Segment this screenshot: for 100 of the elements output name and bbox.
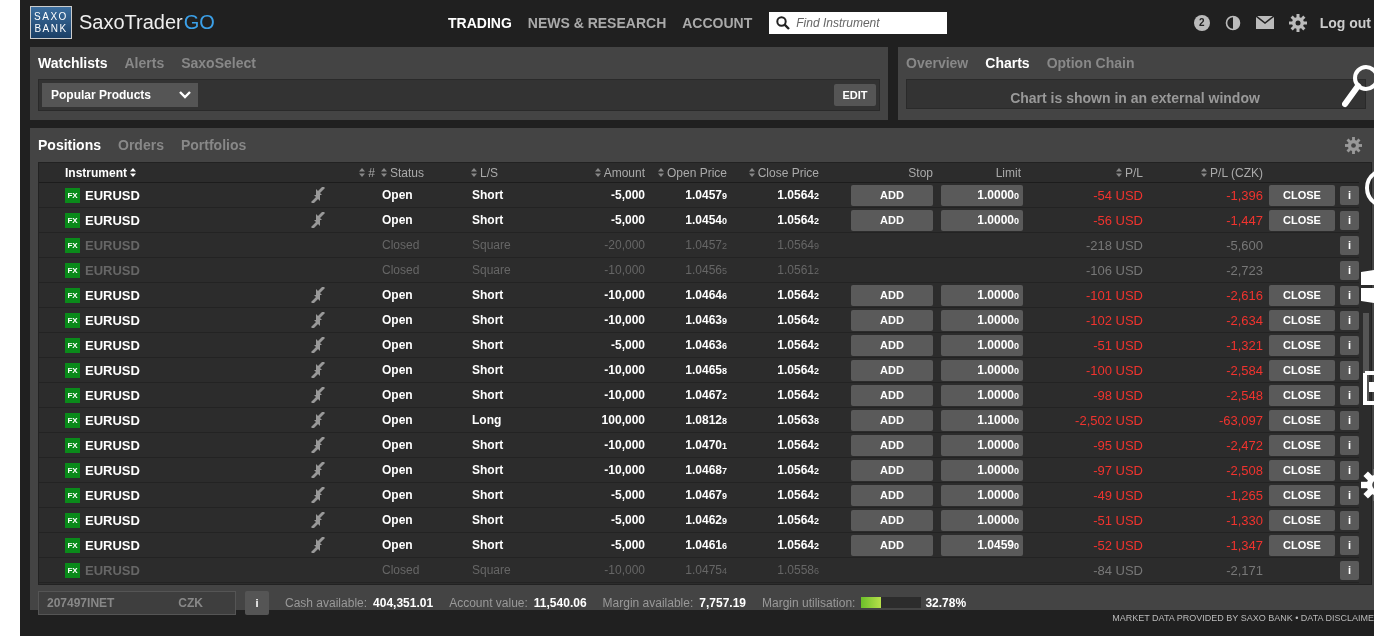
transfer-arrows-icon[interactable]	[310, 187, 326, 203]
add-stop-button[interactable]: ADD	[851, 384, 933, 406]
nav-tab[interactable]: NEWS & RESEARCH	[527, 14, 667, 31]
info-button[interactable]: i	[1340, 235, 1359, 255]
column-header[interactable]: Amount	[594, 165, 645, 180]
nav-tab[interactable]: ACCOUNT	[682, 14, 753, 31]
info-button[interactable]: i	[1340, 510, 1359, 530]
column-header[interactable]: #	[359, 165, 375, 180]
nav-tab[interactable]: TRADING	[448, 14, 512, 31]
instrument-name[interactable]: EURUSD	[85, 187, 140, 203]
add-stop-button[interactable]: ADD	[851, 484, 933, 506]
info-button[interactable]: i	[1340, 185, 1359, 205]
transfer-arrows-icon[interactable]	[310, 512, 326, 528]
search-field[interactable]: Find Instrument	[769, 11, 948, 34]
add-stop-button[interactable]: ADD	[851, 409, 933, 431]
close-position-button[interactable]: CLOSE	[1269, 459, 1335, 481]
instrument-name[interactable]: EURUSD	[85, 212, 140, 228]
transfer-arrows-icon[interactable]	[310, 412, 326, 428]
mail-icon[interactable]	[1255, 16, 1274, 29]
add-stop-button[interactable]: ADD	[851, 534, 933, 556]
close-position-button[interactable]: CLOSE	[1269, 334, 1335, 356]
column-header[interactable]: Status	[381, 165, 425, 180]
watchlist-dropdown[interactable]: Popular Products	[42, 83, 198, 107]
close-position-button[interactable]: CLOSE	[1269, 309, 1335, 331]
transfer-arrows-icon[interactable]	[310, 487, 326, 503]
column-header[interactable]: L/S	[471, 165, 498, 180]
stat-value: 11,540.06	[533, 595, 587, 610]
close-position-button[interactable]: CLOSE	[1269, 509, 1335, 531]
instrument-name[interactable]: EURUSD	[85, 312, 140, 328]
instrument-name[interactable]: EURUSD	[85, 487, 140, 503]
instrument-name[interactable]: EURUSD	[85, 387, 140, 403]
column-header[interactable]: P/L (CZK)	[1201, 165, 1263, 180]
info-button[interactable]: i	[1340, 335, 1359, 355]
info-button[interactable]: i	[1340, 385, 1359, 405]
transfer-arrows-icon[interactable]	[310, 437, 326, 453]
transfer-arrows-icon[interactable]	[310, 287, 326, 303]
close-position-button[interactable]: CLOSE	[1269, 184, 1335, 206]
close-position-button[interactable]: CLOSE	[1269, 284, 1335, 306]
info-button[interactable]: i	[245, 590, 269, 615]
add-stop-button[interactable]: ADD	[851, 509, 933, 531]
add-stop-button[interactable]: ADD	[851, 459, 933, 481]
close-position-button[interactable]: CLOSE	[1269, 484, 1335, 506]
transfer-arrows-icon[interactable]	[310, 462, 326, 478]
transfer-arrows-icon[interactable]	[310, 312, 326, 328]
instrument-name[interactable]: EURUSD	[85, 287, 140, 303]
contrast-icon[interactable]	[1224, 14, 1241, 31]
info-button[interactable]: i	[1340, 285, 1359, 305]
add-stop-button[interactable]: ADD	[851, 184, 933, 206]
add-stop-button[interactable]: ADD	[851, 309, 933, 331]
info-button[interactable]: i	[1340, 410, 1359, 430]
profit-loss-czk-cell: -2,508	[1226, 462, 1263, 478]
info-button[interactable]: i	[1340, 360, 1359, 380]
column-header[interactable]: Close Price	[748, 165, 819, 180]
info-button[interactable]: i	[1340, 435, 1359, 455]
close-position-button[interactable]: CLOSE	[1269, 209, 1335, 231]
info-button[interactable]: i	[1340, 485, 1359, 505]
notification-badge[interactable]: 2	[1193, 14, 1210, 31]
instrument-name[interactable]: EURUSD	[85, 362, 140, 378]
logout-link[interactable]: Log out	[1319, 14, 1371, 31]
profit-loss-czk-cell: -2,171	[1226, 562, 1263, 578]
transfer-arrows-icon[interactable]	[310, 387, 326, 403]
amount-cell: -10,000	[604, 463, 645, 477]
close-position-button[interactable]: CLOSE	[1269, 409, 1335, 431]
transfer-arrows-icon[interactable]	[310, 362, 326, 378]
close-position-button[interactable]: CLOSE	[1269, 534, 1335, 556]
panel-tab[interactable]: Positions	[38, 137, 101, 153]
add-stop-button[interactable]: ADD	[851, 359, 933, 381]
profit-loss-czk-cell: -1,330	[1226, 512, 1263, 528]
panel-tab[interactable]: Charts	[985, 55, 1030, 71]
profit-loss-czk-cell: -2,723	[1226, 262, 1263, 278]
profit-loss-cell: -52 USD	[1093, 537, 1143, 553]
column-header[interactable]: Open Price	[657, 165, 727, 180]
column-header[interactable]: Instrument	[65, 165, 136, 180]
column-header: Stop	[908, 165, 933, 180]
instrument-name[interactable]: EURUSD	[85, 412, 140, 428]
close-position-button[interactable]: CLOSE	[1269, 384, 1335, 406]
info-button[interactable]: i	[1340, 535, 1359, 555]
add-stop-button[interactable]: ADD	[851, 434, 933, 456]
chevron-down-icon	[179, 91, 191, 99]
column-header[interactable]: P/L	[1116, 165, 1143, 180]
instrument-name[interactable]: EURUSD	[85, 337, 140, 353]
close-position-button[interactable]: CLOSE	[1269, 434, 1335, 456]
add-stop-button[interactable]: ADD	[851, 284, 933, 306]
info-button[interactable]: i	[1340, 460, 1359, 480]
add-stop-button[interactable]: ADD	[851, 209, 933, 231]
info-button[interactable]: i	[1340, 260, 1359, 280]
instrument-name[interactable]: EURUSD	[85, 537, 140, 553]
panel-tab[interactable]: Watchlists	[38, 55, 108, 71]
transfer-arrows-icon[interactable]	[310, 537, 326, 553]
instrument-name[interactable]: EURUSD	[85, 437, 140, 453]
info-button[interactable]: i	[1340, 560, 1359, 580]
add-stop-button[interactable]: ADD	[851, 334, 933, 356]
transfer-arrows-icon[interactable]	[310, 337, 326, 353]
edit-button[interactable]: EDIT	[834, 84, 876, 106]
instrument-name[interactable]: EURUSD	[85, 512, 140, 528]
close-position-button[interactable]: CLOSE	[1269, 359, 1335, 381]
instrument-name[interactable]: EURUSD	[85, 462, 140, 478]
info-button[interactable]: i	[1340, 210, 1359, 230]
info-button[interactable]: i	[1340, 310, 1359, 330]
transfer-arrows-icon[interactable]	[310, 212, 326, 228]
